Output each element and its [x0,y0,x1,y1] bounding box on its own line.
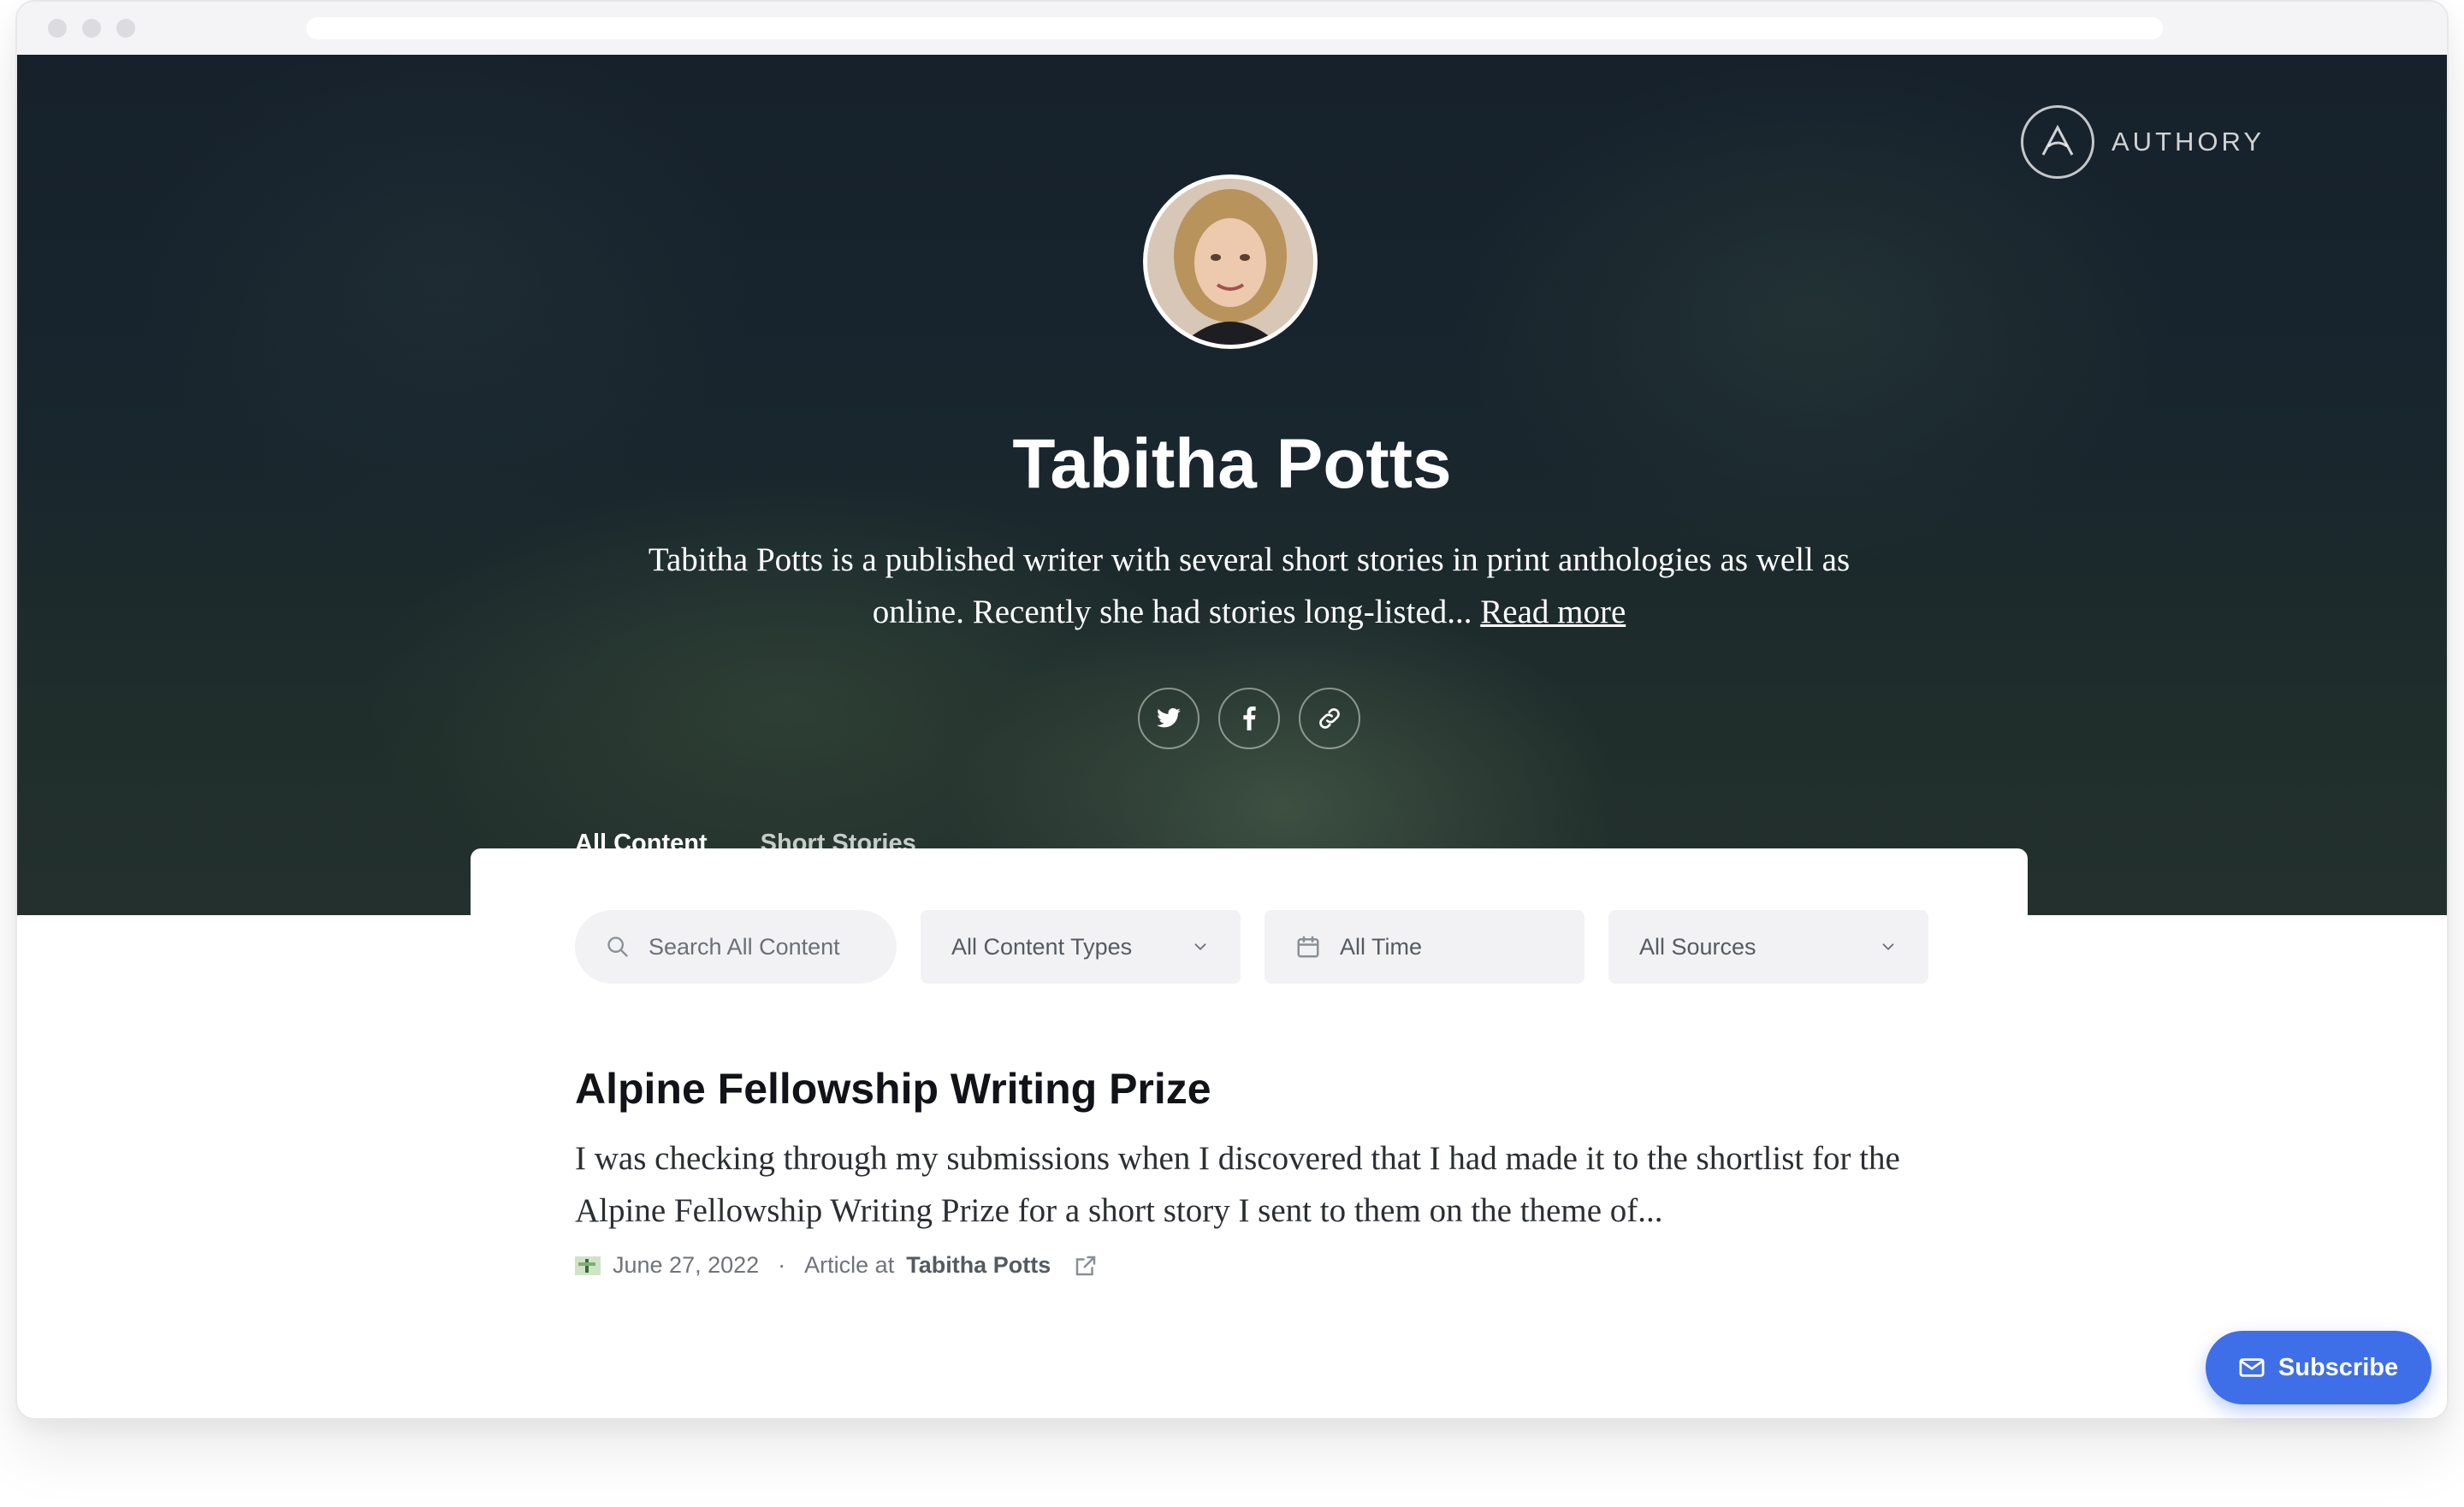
website-link-button[interactable] [1299,688,1360,749]
search-icon [607,937,628,957]
social-links [1138,688,1360,749]
meta-separator: · [778,1252,786,1278]
mail-icon [2239,1358,2265,1377]
subscribe-label: Subscribe [2277,1353,2399,1381]
article-excerpt[interactable]: I was checking through my submissions wh… [575,1132,1935,1237]
time-range-value: All Time [1340,933,1423,960]
time-range-filter[interactable]: All Time [1265,910,1584,984]
filter-bar: Search All Content All Content Types All… [575,910,1928,984]
chevron-down-icon [1882,943,1894,951]
publication-favicon-icon [575,1256,601,1275]
chevron-down-icon [1194,943,1206,951]
facebook-button[interactable] [1218,688,1280,749]
sources-value: All Sources [1639,933,1756,960]
subscribe-button[interactable]: Subscribe [2206,1331,2431,1404]
profile-bio: Tabitha Potts is a published writer with… [607,534,1891,638]
link-icon [1319,708,1340,729]
twitter-icon [1157,708,1181,728]
content-types-dropdown[interactable]: All Content Types [921,910,1241,984]
authory-logo[interactable]: AUTHORY [2021,104,2265,180]
browser-window: AUTHORY Tabitha Potts Tabitha Potts is a… [15,0,2449,1420]
window-maximize-dot[interactable] [116,19,135,38]
authory-logo-text: AUTHORY [2112,127,2266,157]
window-close-dot[interactable] [48,19,67,38]
profile-name: Tabitha Potts [1012,425,1452,503]
window-minimize-dot[interactable] [82,19,101,38]
profile-avatar [1143,174,1318,349]
search-placeholder: Search All Content [649,933,840,960]
search-input[interactable]: Search All Content [575,910,897,984]
article-type: Article at [804,1252,895,1278]
twitter-button[interactable] [1138,688,1199,749]
content-types-value: All Content Types [951,933,1133,960]
read-more-link[interactable]: Read more [1480,594,1626,630]
article-date: June 27, 2022 [613,1252,760,1278]
address-bar[interactable] [306,17,2163,39]
facebook-icon [1243,706,1256,730]
article-title[interactable]: Alpine Fellowship Writing Prize [575,1064,1211,1114]
profile-hero: AUTHORY Tabitha Potts Tabitha Potts is a… [17,55,2447,915]
authory-logo-icon [2021,105,2094,179]
external-link-icon[interactable] [1073,1253,1099,1279]
calendar-icon [1297,936,1319,958]
article-meta: June 27, 2022 · Article at Tabitha Potts [575,1252,1099,1279]
article-publication[interactable]: Tabitha Potts [906,1252,1051,1279]
browser-titlebar [17,2,2447,55]
profile-bio-text: Tabitha Potts is a published writer with… [648,541,1851,630]
content-panel: Search All Content All Content Types All… [471,848,2028,1418]
sources-dropdown[interactable]: All Sources [1608,910,1928,984]
